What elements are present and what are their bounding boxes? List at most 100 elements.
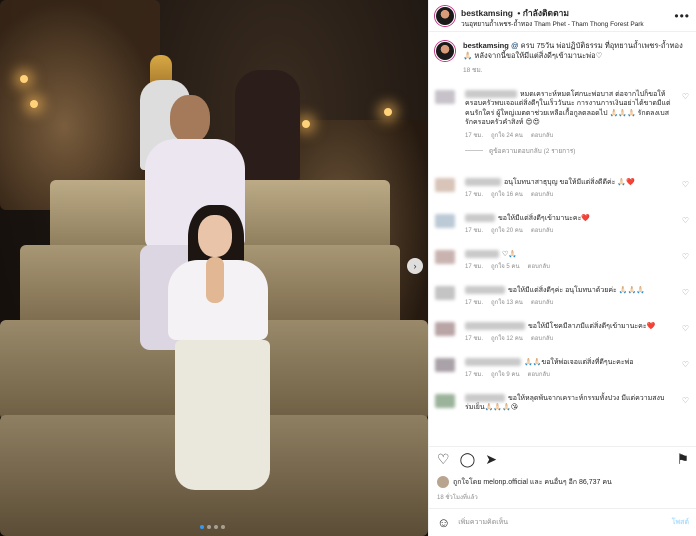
carousel-dots — [200, 525, 225, 529]
comment-list: หมดเคราะห์หมดโศกนะพ่อบาส ต่อจากไปก็ขอให้… — [429, 90, 696, 424]
carousel-dot — [200, 525, 204, 529]
location-link[interactable]: วนอุทยานถ้ำเพชร-ถ้ำทอง Tham Phet - Tham … — [461, 21, 644, 28]
comment-likes[interactable]: ถูกใจ 16 คน — [491, 192, 523, 198]
comment-likes[interactable]: ถูกใจ 20 คน — [491, 228, 523, 234]
comment-item: ขอให้มีแต่สิ่งดีๆค่ะ อนุโมทนาด้วยค่ะ 🙏🏻🙏… — [429, 286, 696, 322]
blurred-username[interactable] — [465, 90, 517, 99]
comment-time: 17 ชม. — [465, 372, 484, 379]
avatar[interactable] — [435, 5, 455, 26]
avatar[interactable] — [435, 394, 455, 408]
caption-tag[interactable]: @ — [511, 41, 519, 50]
avatar[interactable] — [435, 41, 455, 61]
reply-button[interactable]: ตอบกลับ — [531, 300, 553, 306]
carousel-next-icon[interactable]: › — [407, 258, 423, 274]
following-button[interactable]: • กำลังติดตาม — [517, 8, 569, 18]
comment-time: 17 ชม. — [465, 300, 484, 307]
share-icon[interactable]: ➤ — [485, 451, 497, 468]
post-sidebar: bestkamsing • กำลังติดตาม วนอุทยานถ้ำเพช… — [428, 0, 696, 536]
add-comment-bar: ☺ เพิ่มความคิดเห็น โพสต์ — [429, 508, 696, 536]
caption-time: 18 ชม. — [463, 67, 483, 75]
comment-time: 17 ชม. — [465, 264, 484, 271]
cave-wall-left — [0, 0, 160, 210]
reply-button[interactable]: ตอบกลับ — [531, 133, 553, 139]
comment-likes[interactable]: ถูกใจ 9 คน — [491, 372, 520, 378]
comment-item: ขอให้หลุดพ้นจากเคราะห์กรรมทั้งปวง มีแต่ค… — [429, 394, 696, 424]
view-replies-button[interactable]: ดูข้อความตอบกลับ (2 รายการ) — [465, 146, 675, 156]
comment-time: 17 ชม. — [465, 192, 484, 199]
blurred-username[interactable] — [465, 322, 525, 331]
avatar[interactable] — [435, 250, 455, 264]
comment-time: 17 ชม. — [465, 336, 484, 343]
carousel-dot — [214, 525, 218, 529]
heart-icon[interactable]: ♡ — [682, 324, 689, 333]
header-username[interactable]: bestkamsing — [461, 8, 513, 18]
reply-button[interactable]: ตอบกลับ — [531, 192, 553, 198]
comment-text: ขอให้มีโชคมีลาภมีแต่สิ่งดีๆเข้ามานะคะ❤️ — [528, 323, 656, 330]
comment-item: อนุโมทนาสาธุบุญ ขอให้มีแต่สิ่งดีดีค่ะ 🙏🏻… — [429, 178, 696, 214]
blurred-username[interactable] — [465, 358, 521, 367]
comment-time: 17 ชม. — [465, 132, 484, 139]
comment-time: 17 ชม. — [465, 228, 484, 235]
save-icon[interactable]: ⚑ — [676, 451, 689, 468]
like-icon[interactable]: ♡ — [437, 451, 450, 468]
post-time: 18 ชั่วโมงที่แล้ว — [437, 495, 478, 501]
reply-button[interactable]: ตอบกลับ — [531, 336, 553, 342]
candle-light — [20, 75, 28, 83]
avatar[interactable] — [435, 322, 455, 336]
blurred-username[interactable] — [465, 394, 505, 403]
comment-text: 🙏🏻🙏🏻ขอให้พ่อเจอแต่สิ่งที่ดีๆนะคะพ่อ — [524, 359, 634, 366]
carousel-dot — [207, 525, 211, 529]
heart-icon[interactable]: ♡ — [682, 180, 689, 189]
heart-icon[interactable]: ♡ — [682, 360, 689, 369]
comment-text: อนุโมทนาสาธุบุญ ขอให้มีแต่สิ่งดีดีค่ะ 🙏🏻… — [504, 179, 635, 186]
woman-figure — [160, 205, 280, 505]
heart-icon[interactable]: ♡ — [682, 252, 689, 261]
comment-input[interactable]: เพิ่มความคิดเห็น — [458, 517, 508, 528]
avatar[interactable] — [435, 358, 455, 372]
heart-icon[interactable]: ♡ — [682, 288, 689, 297]
action-bar: ♡ ◯ ➤ ⚑ — [429, 446, 696, 472]
candle-light — [302, 120, 310, 128]
comment-text: ขอให้มีแต่สิ่งดีๆเข้ามานะคะ❤️ — [498, 215, 591, 222]
comment-likes[interactable]: ถูกใจ 5 คน — [491, 264, 520, 270]
comment-likes[interactable]: ถูกใจ 24 คน — [491, 133, 523, 139]
post-comment-button[interactable]: โพสต์ — [672, 517, 689, 528]
blurred-username[interactable] — [465, 214, 495, 223]
post-header: bestkamsing • กำลังติดตาม วนอุทยานถ้ำเพช… — [429, 0, 696, 32]
candle-light — [384, 108, 392, 116]
reply-button[interactable]: ตอบกลับ — [528, 264, 550, 270]
heart-icon[interactable]: ♡ — [682, 216, 689, 225]
caption-username[interactable]: bestkamsing — [463, 41, 509, 50]
comment-icon[interactable]: ◯ — [460, 451, 476, 468]
comment-text: ขอให้มีแต่สิ่งดีๆค่ะ อนุโมทนาด้วยค่ะ 🙏🏻🙏… — [508, 287, 645, 294]
avatar[interactable] — [435, 214, 455, 228]
view-replies-label: ดูข้อความตอบกลับ (2 รายการ) — [489, 147, 576, 155]
comment-item: ขอให้มีแต่สิ่งดีๆเข้ามานะคะ❤️ 17 ชม. ถูกใ… — [429, 214, 696, 250]
reply-button[interactable]: ตอบกลับ — [531, 228, 553, 234]
likes-summary[interactable]: ถูกใจโดย melonp.official และ คนอื่นๆ อีก… — [437, 476, 612, 488]
avatar[interactable] — [435, 178, 455, 192]
blurred-username[interactable] — [465, 250, 499, 259]
carousel-dot — [221, 525, 225, 529]
avatar[interactable] — [435, 286, 455, 300]
more-options-icon[interactable]: ••• — [674, 9, 690, 23]
caption: bestkamsing @ ครบ 75วัน พ่อปฏิบัติธรรม ท… — [429, 32, 696, 61]
comment-item: 🙏🏻🙏🏻ขอให้พ่อเจอแต่สิ่งที่ดีๆนะคะพ่อ 17 ช… — [429, 358, 696, 394]
blurred-username[interactable] — [465, 178, 501, 187]
likes-text: ถูกใจโดย melonp.official และ คนอื่นๆ อีก… — [453, 478, 612, 486]
comment-text: ♡🙏🏻 — [502, 251, 517, 258]
comment-item: ขอให้มีโชคมีลาภมีแต่สิ่งดีๆเข้ามานะคะ❤️ … — [429, 322, 696, 358]
comment-likes[interactable]: ถูกใจ 13 คน — [491, 300, 523, 306]
candle-light — [30, 100, 38, 108]
avatar[interactable] — [435, 90, 455, 104]
comment-item: หมดเคราะห์หมดโศกนะพ่อบาส ต่อจากไปก็ขอให้… — [429, 90, 696, 155]
post-photo[interactable]: › — [0, 0, 428, 536]
heart-icon[interactable]: ♡ — [682, 92, 689, 101]
liker-avatar — [437, 476, 449, 488]
comment-item: ♡🙏🏻 17 ชม. ถูกใจ 5 คน ตอบกลับ ♡ — [429, 250, 696, 286]
blurred-username[interactable] — [465, 286, 505, 295]
reply-button[interactable]: ตอบกลับ — [528, 372, 550, 378]
heart-icon[interactable]: ♡ — [682, 396, 689, 405]
emoji-icon[interactable]: ☺ — [437, 515, 450, 530]
comment-likes[interactable]: ถูกใจ 12 คน — [491, 336, 523, 342]
